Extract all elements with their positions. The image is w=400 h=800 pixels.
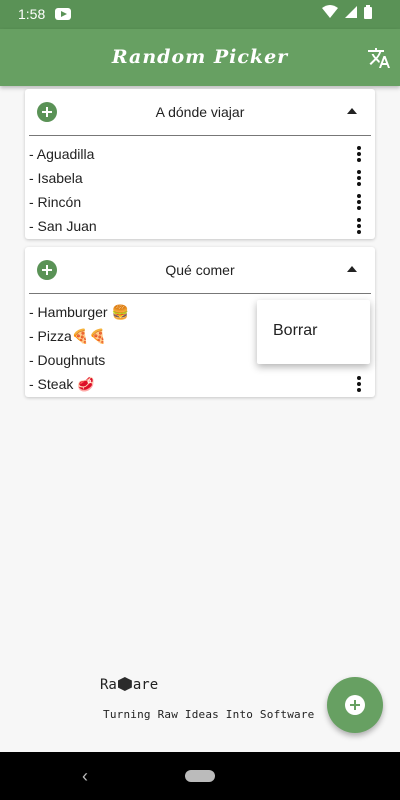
translate-button[interactable]: [364, 43, 394, 73]
signal-icon: [345, 6, 357, 18]
list-item[interactable]: - Rincón: [25, 190, 375, 214]
more-vert-icon[interactable]: [356, 146, 362, 164]
list-item[interactable]: - Isabela: [25, 166, 375, 190]
more-vert-icon[interactable]: [356, 376, 362, 394]
list-item-label: - Hamburger 🍔: [29, 304, 129, 320]
youtube-notification-icon: [55, 8, 71, 20]
collapse-arrow-icon[interactable]: [347, 266, 357, 272]
list-item-label: - Pizza🍕🍕: [29, 328, 107, 344]
brand-hex-icon: [117, 677, 132, 691]
card-header: Qué comer: [29, 247, 371, 294]
status-icons: [322, 5, 372, 19]
card-title: Qué comer: [165, 262, 235, 278]
add-circle-icon: [345, 695, 365, 715]
list-item-label: - Doughnuts: [29, 352, 106, 368]
brand-tagline: Turning Raw Ideas Into Software: [103, 708, 315, 721]
translate-icon: [368, 48, 390, 68]
list-item[interactable]: - Steak 🥩: [25, 372, 375, 396]
brand-prefix: Ra: [100, 677, 117, 693]
card-header: A dónde viajar: [29, 89, 371, 136]
more-vert-icon[interactable]: [356, 194, 362, 212]
status-bar: 1:58: [0, 0, 400, 29]
delete-menu-item[interactable]: Borrar: [273, 322, 317, 340]
list-card: A dónde viajar - Aguadilla - Isabela - R…: [25, 89, 375, 239]
list-item[interactable]: - San Juan: [25, 214, 375, 238]
brand-suffix: are: [132, 677, 159, 693]
app-bar: Random Picker: [0, 29, 400, 86]
list-item[interactable]: - Aguadilla: [25, 142, 375, 166]
list-item-label: - Aguadilla: [29, 146, 95, 162]
battery-icon: [364, 5, 372, 19]
list-item-label: - Rincón: [29, 194, 82, 210]
wifi-icon: [322, 5, 338, 18]
card-title: A dónde viajar: [155, 104, 245, 120]
item-list: - Aguadilla - Isabela - Rincón - San Jua…: [25, 136, 375, 238]
status-time: 1:58: [18, 6, 46, 22]
home-pill[interactable]: [185, 770, 215, 782]
add-list-fab[interactable]: [327, 677, 383, 733]
brand-logo: RaWare: [100, 677, 158, 693]
popup-menu: Borrar: [257, 300, 370, 364]
system-nav-bar: ‹: [0, 752, 400, 800]
app-title: Random Picker: [111, 46, 289, 68]
back-icon[interactable]: ‹: [82, 766, 88, 787]
list-item-label: - San Juan: [29, 218, 97, 234]
list-item-label: - Steak 🥩: [29, 376, 95, 392]
more-vert-icon[interactable]: [356, 170, 362, 188]
collapse-arrow-icon[interactable]: [347, 108, 357, 114]
more-vert-icon[interactable]: [356, 218, 362, 236]
list-item-label: - Isabela: [29, 170, 83, 186]
